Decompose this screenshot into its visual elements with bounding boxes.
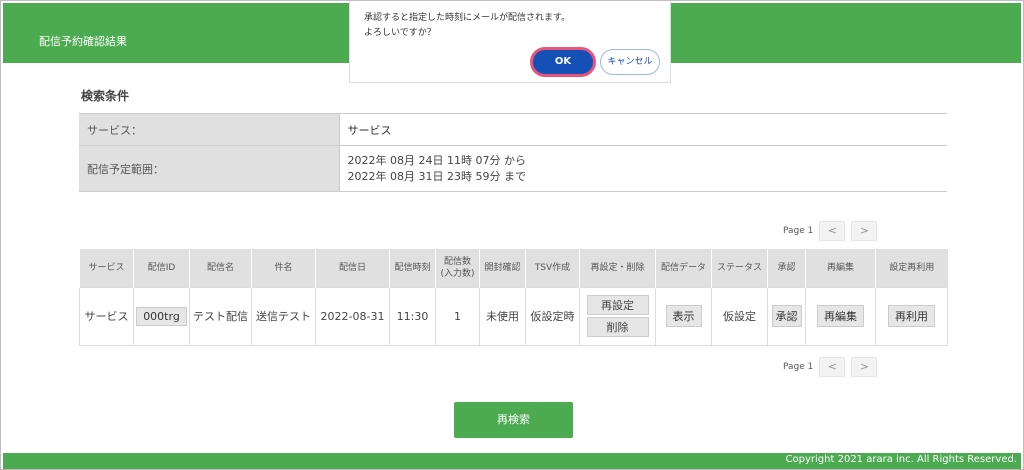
cell-time: 11:30: [389, 286, 436, 346]
col-header: 再設定・削除: [579, 249, 656, 287]
cell-reset-delete: 再設定 削除: [579, 286, 656, 346]
next-page-button[interactable]: >: [851, 221, 878, 241]
delivery-id-link[interactable]: 000trg: [136, 306, 187, 326]
cell-name: テスト配信: [189, 286, 252, 346]
cell-service: サービス: [79, 286, 134, 346]
range-value: 2022年 08月 24日 11時 07分 から 2022年 08月 31日 2…: [339, 145, 947, 192]
next-page-button[interactable]: >: [851, 357, 878, 377]
condition-row-service: サービス： サービス: [79, 113, 947, 146]
col-header: 開封確認: [479, 249, 526, 287]
prev-page-button[interactable]: <: [819, 221, 846, 241]
copyright-text: Copyright 2021 arara inc. All Rights Res…: [785, 454, 1017, 465]
range-label: 配信予定範囲：: [79, 145, 340, 192]
search-conditions-title: 検索条件: [81, 89, 130, 103]
cell-subject: 送信テスト: [251, 286, 316, 346]
page-title: 配信予約確認結果: [39, 35, 127, 48]
cell-data: 表示: [655, 286, 712, 346]
reset-button[interactable]: 再設定: [586, 295, 649, 315]
reuse-button[interactable]: 再利用: [888, 305, 935, 327]
pager-top: Page 1 < >: [783, 221, 878, 241]
condition-row-range: 配信予定範囲： 2022年 08月 24日 11時 07分 から 2022年 0…: [79, 145, 947, 192]
col-header: 配信日: [315, 249, 390, 287]
cell-reuse: 再利用: [875, 286, 948, 346]
col-header: TSV作成: [525, 249, 580, 287]
page-frame: 配信予約確認結果 承認すると指定した時刻にメールが配信されます。 よろしいですか…: [0, 0, 1024, 470]
col-header: 配信データ: [655, 249, 712, 287]
page-label: Page 1: [783, 226, 814, 236]
cell-reedit: 再編集: [805, 286, 876, 346]
cell-approve: 承認: [767, 286, 806, 346]
col-header: 配信名: [189, 249, 252, 287]
service-label: サービス：: [79, 113, 340, 146]
prev-page-button[interactable]: <: [819, 357, 846, 377]
table-row: サービス 000trg テスト配信 送信テスト 2022-08-31 11:30…: [79, 286, 948, 346]
cell-id: 000trg: [133, 286, 190, 346]
footer-bar: Copyright 2021 arara inc. All Rights Res…: [3, 453, 1021, 469]
pager-bottom: Page 1 < >: [783, 357, 878, 377]
reedit-button[interactable]: 再編集: [817, 305, 864, 327]
cell-tsv: 仮設定時: [525, 286, 580, 346]
research-button[interactable]: 再検索: [454, 402, 573, 438]
show-data-button[interactable]: 表示: [665, 305, 702, 327]
col-header: 承認: [767, 249, 806, 287]
range-to: 2022年 08月 31日 23時 59分 まで: [347, 169, 526, 183]
cell-open-check: 未使用: [479, 286, 526, 346]
col-header: 配信数 (入力数): [435, 249, 480, 287]
search-conditions-table: サービス： サービス 配信予定範囲： 2022年 08月 24日 11時 07分…: [79, 113, 947, 192]
col-header: 件名: [251, 249, 316, 287]
col-header: 配信時刻: [389, 249, 436, 287]
service-value: サービス: [339, 113, 947, 146]
col-header: サービス: [79, 249, 134, 287]
dialog-message: 承認すると指定した時刻にメールが配信されます。 よろしいですか？: [364, 11, 570, 41]
table-header-row: サービス 配信ID 配信名 件名 配信日 配信時刻 配信数 (入力数) 開封確認…: [79, 249, 948, 287]
dialog-message-line2: よろしいですか？: [364, 28, 436, 38]
delete-button[interactable]: 削除: [586, 317, 649, 337]
col-header: 設定再利用: [875, 249, 948, 287]
delivery-table: サービス 配信ID 配信名 件名 配信日 配信時刻 配信数 (入力数) 開封確認…: [79, 249, 948, 346]
cell-count: 1: [435, 286, 480, 346]
col-header: 再編集: [805, 249, 876, 287]
col-header: ステータス: [711, 249, 768, 287]
cell-status: 仮設定: [711, 286, 768, 346]
ok-button[interactable]: OK: [530, 47, 596, 77]
cell-date: 2022-08-31: [315, 286, 390, 346]
col-header: 配信ID: [133, 249, 190, 287]
confirm-dialog: 承認すると指定した時刻にメールが配信されます。 よろしいですか？ OK キャンセ…: [349, 1, 671, 83]
page-label: Page 1: [783, 362, 814, 372]
range-from: 2022年 08月 24日 11時 07分 から: [347, 153, 526, 167]
dialog-message-line1: 承認すると指定した時刻にメールが配信されます。: [364, 13, 571, 23]
approve-button[interactable]: 承認: [771, 305, 802, 327]
cancel-button[interactable]: キャンセル: [600, 49, 660, 75]
